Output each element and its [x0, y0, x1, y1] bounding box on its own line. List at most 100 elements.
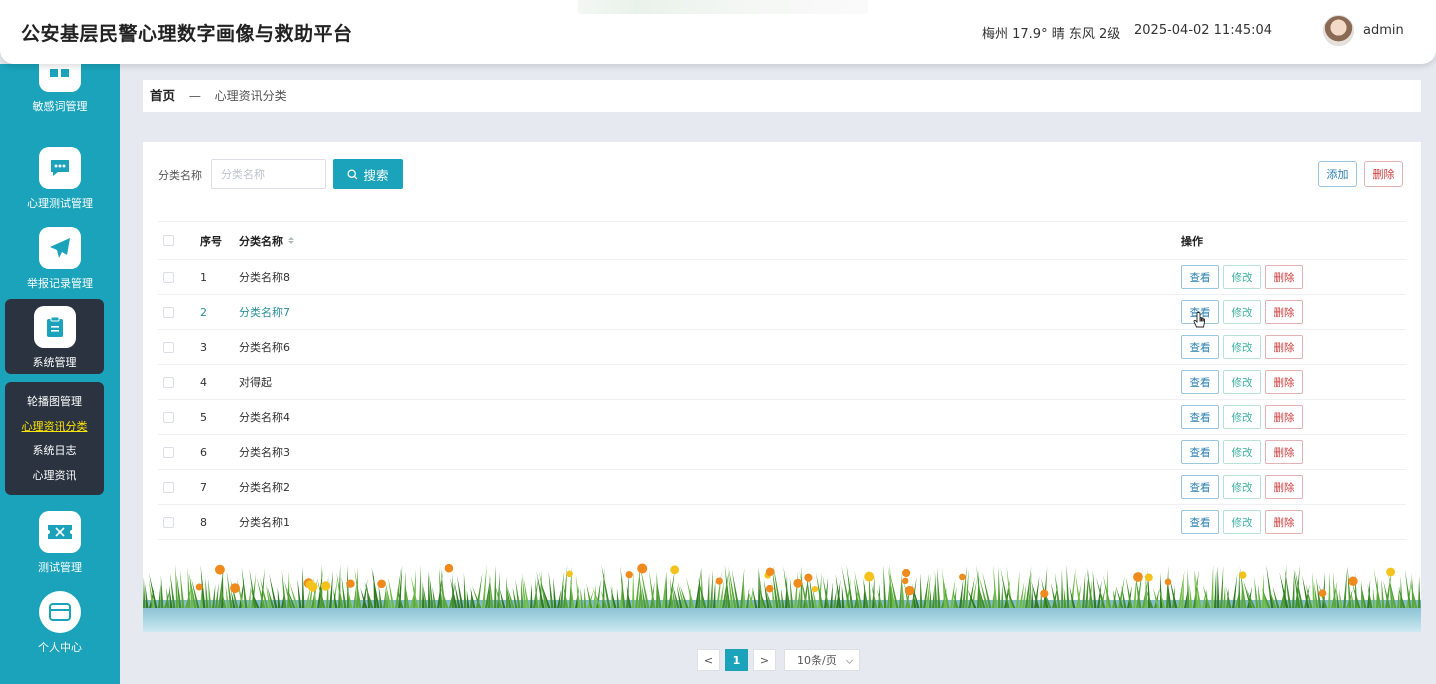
edit-button[interactable]: 修改 — [1223, 475, 1261, 499]
row-checkbox[interactable] — [163, 481, 174, 493]
row-index: 3 — [200, 340, 207, 354]
edit-button[interactable]: 修改 — [1223, 370, 1261, 394]
row-index: 2 — [200, 305, 207, 319]
view-button[interactable]: 查看 — [1181, 335, 1219, 359]
sidebar-item-label: 测试管理 — [38, 561, 82, 574]
search-input[interactable] — [211, 159, 326, 189]
row-checkbox[interactable] — [163, 516, 174, 528]
row-category-name: 分类名称4 — [239, 411, 290, 424]
view-button[interactable]: 查看 — [1181, 440, 1219, 464]
delete-button[interactable]: 删除 — [1265, 370, 1303, 394]
table-row[interactable]: 5 分类名称4 查看 修改 删除 — [158, 400, 1406, 435]
delete-button[interactable]: 删除 — [1265, 475, 1303, 499]
row-index: 5 — [200, 410, 207, 424]
datetime: 2025-04-02 11:45:04 — [1134, 23, 1273, 38]
row-checkbox[interactable] — [163, 341, 174, 353]
edit-button[interactable]: 修改 — [1223, 300, 1261, 324]
row-index: 1 — [200, 270, 207, 284]
next-page-button[interactable]: > — [753, 649, 776, 671]
sidebar-item-psych-test[interactable]: 心理测试管理 — [0, 147, 120, 211]
submenu-item-news-category[interactable]: 心理资讯分类 — [5, 420, 104, 445]
add-button[interactable]: 添加 — [1318, 161, 1357, 187]
page-size-select[interactable]: 10条/页 — [784, 649, 860, 671]
breadcrumb: 首页 — 心理资讯分类 — [143, 80, 1421, 112]
edit-button[interactable]: 修改 — [1223, 265, 1261, 289]
row-category-name: 分类名称1 — [239, 516, 290, 529]
table-row[interactable]: 7 分类名称2 查看 修改 删除 — [158, 470, 1406, 505]
search-label: 分类名称 — [158, 169, 202, 182]
table-row[interactable]: 3 分类名称6 查看 修改 删除 — [158, 330, 1406, 365]
chat-icon — [39, 147, 81, 189]
submenu-item-psych-news[interactable]: 心理资讯 — [5, 469, 104, 494]
sidebar-item-test-management[interactable]: 测试管理 — [0, 511, 120, 575]
row-category-name: 分类名称7 — [239, 306, 290, 319]
row-index: 8 — [200, 515, 207, 529]
view-button[interactable]: 查看 — [1181, 370, 1219, 394]
sidebar-item-label: 心理测试管理 — [27, 197, 93, 210]
delete-button[interactable]: 删除 — [1265, 440, 1303, 464]
search-button[interactable]: 搜索 — [333, 159, 403, 189]
row-index: 7 — [200, 480, 207, 494]
sort-icon[interactable] — [288, 237, 294, 244]
search-icon — [347, 168, 358, 179]
row-checkbox[interactable] — [163, 306, 174, 318]
table-row[interactable]: 1 分类名称8 查看 修改 删除 — [158, 260, 1406, 295]
row-checkbox[interactable] — [163, 271, 174, 283]
table-row[interactable]: 6 分类名称3 查看 修改 删除 — [158, 435, 1406, 470]
row-checkbox[interactable] — [163, 376, 174, 388]
table-row[interactable]: 4 对得起 查看 修改 删除 — [158, 365, 1406, 400]
sidebar-item-personal-center[interactable]: 个人中心 — [0, 591, 120, 655]
search-button-label: 搜索 — [363, 167, 389, 183]
sidebar-item-label: 系统管理 — [32, 356, 77, 369]
view-button[interactable]: 查看 — [1181, 510, 1219, 534]
row-checkbox[interactable] — [163, 446, 174, 458]
prev-page-button[interactable]: < — [697, 649, 720, 671]
username[interactable]: admin — [1363, 23, 1404, 38]
row-category-name: 分类名称6 — [239, 341, 290, 354]
sidebar: 敏感词管理 心理测试管理 举报记录管理 系统管理 轮播图管理 心理资讯分类 系统… — [0, 54, 120, 684]
system-submenu: 轮播图管理 心理资讯分类 系统日志 心理资讯 — [5, 382, 104, 495]
edit-button[interactable]: 修改 — [1223, 440, 1261, 464]
view-button[interactable]: 查看 — [1181, 265, 1219, 289]
top-header: 公安基层民警心理数字画像与救助平台 梅州 17.9° 晴 东风 2级 2025-… — [0, 0, 1436, 64]
row-checkbox[interactable] — [163, 411, 174, 423]
table-header: 序号 分类名称 操作 — [158, 222, 1406, 260]
edit-button[interactable]: 修改 — [1223, 335, 1261, 359]
column-header-name-label: 分类名称 — [239, 234, 283, 248]
clipboard-icon — [33, 306, 76, 348]
submenu-item-system-log[interactable]: 系统日志 — [5, 444, 104, 469]
breadcrumb-current: 心理资讯分类 — [214, 89, 287, 103]
table-row[interactable]: 2分类名称7查看修改删除 — [158, 295, 1406, 330]
breadcrumb-home[interactable]: 首页 — [150, 88, 175, 103]
sidebar-item-system[interactable]: 系统管理 — [5, 299, 104, 374]
submenu-item-carousel[interactable]: 轮播图管理 — [5, 395, 104, 420]
table-row[interactable]: 8 分类名称1 查看 修改 删除 — [158, 505, 1406, 540]
delete-button[interactable]: 删除 — [1265, 510, 1303, 534]
top-banner-strip — [578, 0, 868, 14]
main-panel: 分类名称 搜索 添加 删除 序号 分类名称 操作 1分类名称8查看修改删除2分类… — [143, 142, 1421, 632]
row-index: 6 — [200, 445, 207, 459]
delete-button[interactable]: 删除 — [1265, 300, 1303, 324]
batch-delete-button[interactable]: 删除 — [1364, 161, 1403, 187]
ticket-icon — [39, 511, 81, 553]
row-category-name: 对得起 — [239, 376, 272, 389]
avatar[interactable] — [1323, 15, 1354, 46]
delete-button[interactable]: 删除 — [1265, 335, 1303, 359]
sidebar-item-label: 举报记录管理 — [27, 277, 93, 290]
card-icon — [39, 591, 81, 633]
delete-button[interactable]: 删除 — [1265, 405, 1303, 429]
edit-button[interactable]: 修改 — [1223, 405, 1261, 429]
delete-button[interactable]: 删除 — [1265, 265, 1303, 289]
view-button[interactable]: 查看 — [1181, 405, 1219, 429]
column-header-ops: 操作 — [1181, 234, 1203, 248]
sidebar-item-label: 敏感词管理 — [32, 100, 88, 113]
sidebar-item-report-records[interactable]: 举报记录管理 — [0, 227, 120, 291]
mouse-cursor-icon — [1193, 312, 1205, 328]
view-button[interactable]: 查看 — [1181, 475, 1219, 499]
app-title: 公安基层民警心理数字画像与救助平台 — [21, 23, 353, 45]
select-all-checkbox[interactable] — [163, 235, 174, 246]
row-category-name: 分类名称2 — [239, 481, 290, 494]
page-1-button[interactable]: 1 — [725, 649, 748, 671]
column-header-name[interactable]: 分类名称 — [239, 222, 294, 259]
edit-button[interactable]: 修改 — [1223, 510, 1261, 534]
